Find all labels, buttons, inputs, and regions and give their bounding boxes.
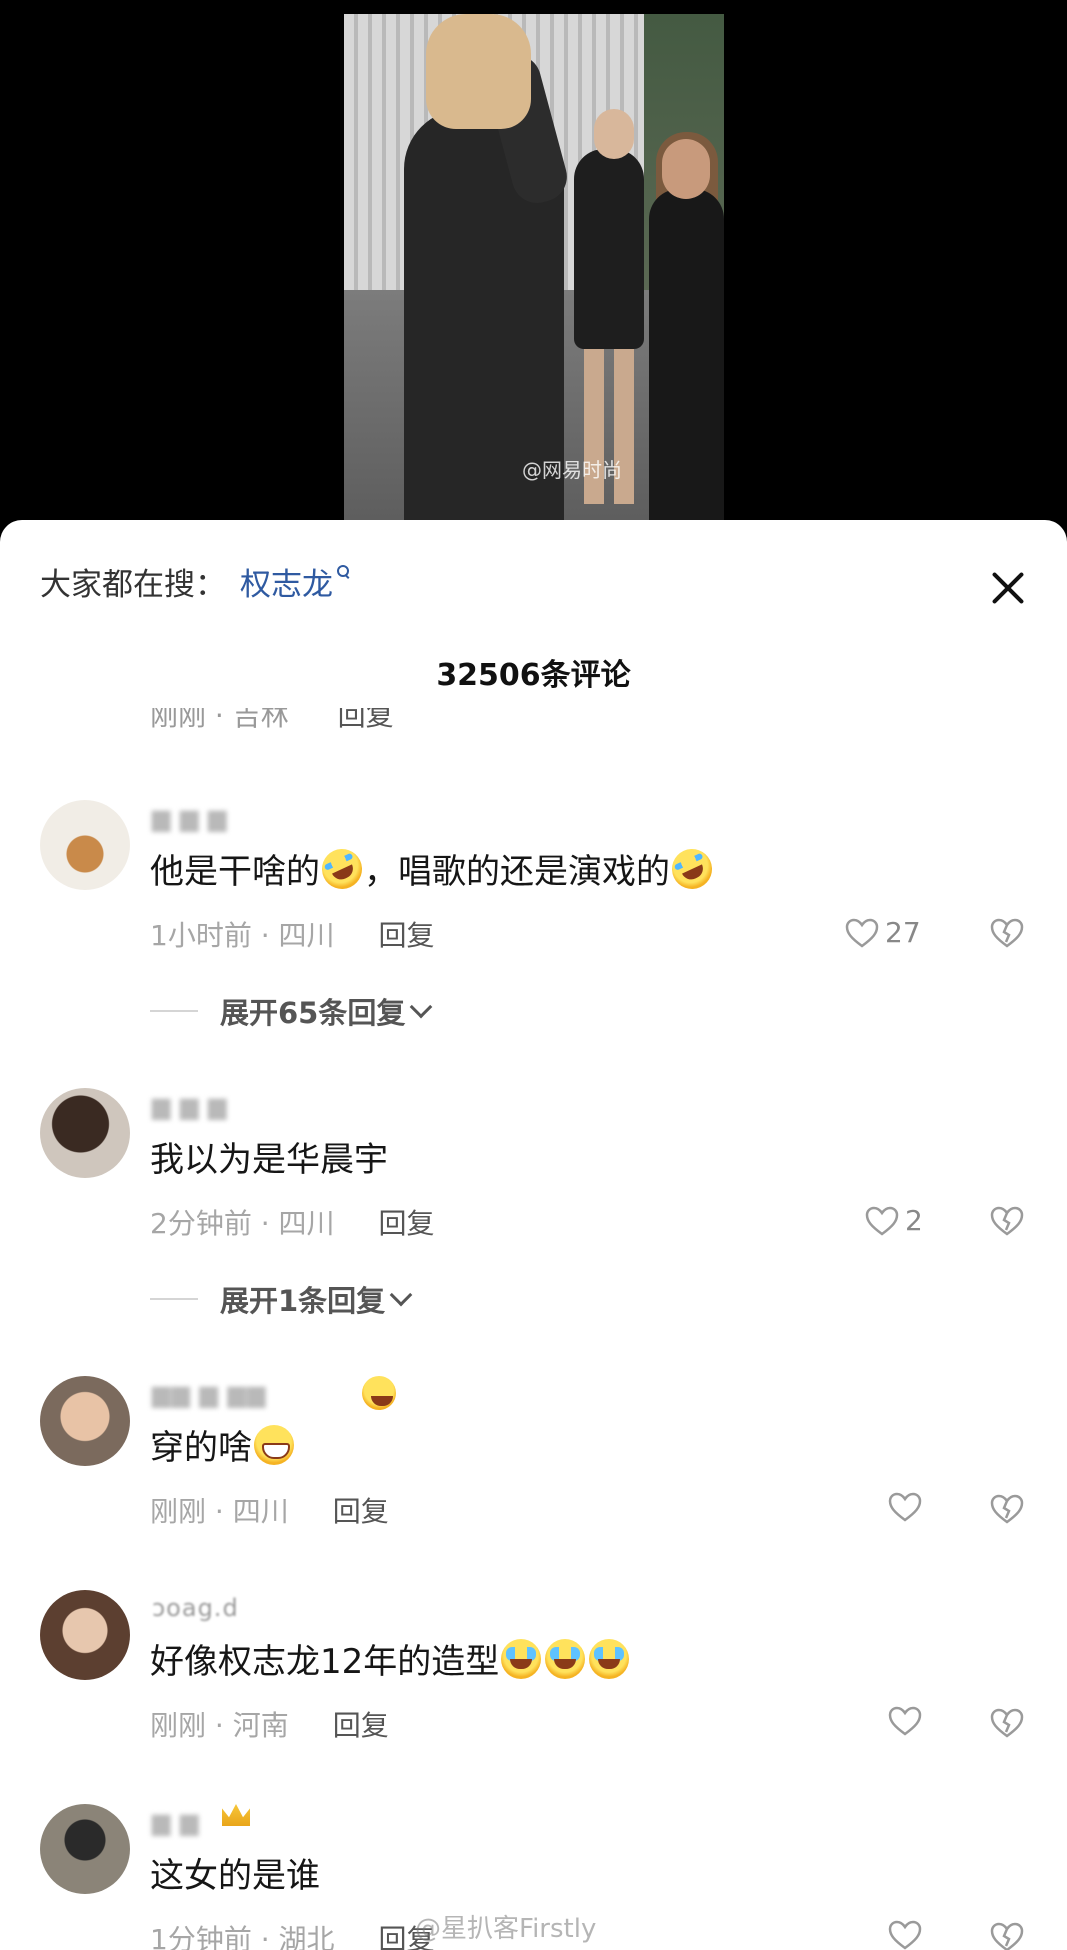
expand-replies-label: 展开1条回复: [220, 1284, 386, 1318]
comment-meta-row: 刚刚 · 四川 回复: [150, 1490, 389, 1530]
like-button[interactable]: 2: [865, 1204, 923, 1237]
app-root: @网易时尚 大家都在搜： 权志龙 32506条评论 刚刚 · 吉林 回复 ▆ ▆…: [0, 0, 1067, 1950]
like-button[interactable]: [888, 1920, 922, 1950]
avatar[interactable]: [40, 1376, 130, 1466]
image-watermark: @星扒客Firstly: [415, 1914, 597, 1944]
video-watermark: @网易时尚: [522, 458, 622, 482]
avatar[interactable]: [40, 800, 130, 890]
comment-text: 我以为是华晨宇: [150, 1140, 388, 1180]
expand-replies-label: 展开65条回复: [220, 996, 406, 1030]
comment-count-title: 32506条评论: [436, 658, 631, 693]
comment-meta-row: 1小时前 · 四川 回复: [150, 914, 435, 954]
comment-username[interactable]: ▆▆ ▆ ▆▆: [152, 1380, 267, 1408]
video-person-woman-right-head: [662, 139, 710, 199]
broken-heart-icon[interactable]: [990, 918, 1024, 948]
crying-emoji-icon: [589, 1639, 630, 1679]
video-person-man-hair: [426, 14, 531, 129]
comment-time-location: 刚刚 · 河南: [150, 1709, 289, 1742]
heart-outline-icon: [888, 1492, 922, 1522]
broken-heart-icon[interactable]: [990, 1922, 1024, 1950]
avatar[interactable]: [40, 1590, 130, 1680]
crown-icon: [222, 1804, 250, 1826]
like-button[interactable]: [888, 1492, 922, 1522]
heart-outline-icon: [865, 1206, 899, 1236]
comment-time-location: 2分钟前 · 四川: [150, 1207, 335, 1240]
comment-time-location: 1小时前 · 四川: [150, 919, 335, 952]
broken-heart-icon[interactable]: [990, 1708, 1024, 1738]
video-player[interactable]: @网易时尚: [0, 0, 1067, 520]
comment-time-location: 刚刚 · 四川: [150, 1495, 289, 1528]
comment-username[interactable]: ɔoag.d: [152, 1594, 239, 1622]
expand-replies-button[interactable]: 展开1条回复: [150, 1278, 413, 1320]
comment-username[interactable]: ▆ ▆ ▆: [152, 1092, 228, 1120]
partial-comment-meta: 刚刚 · 吉林: [150, 708, 289, 732]
comment-text: 这女的是谁: [150, 1856, 320, 1896]
like-count: 2: [905, 1204, 923, 1237]
reply-button[interactable]: 回复: [333, 1495, 389, 1528]
video-person-woman-left: [574, 149, 644, 349]
like-button[interactable]: [888, 1706, 922, 1736]
search-icon[interactable]: [337, 565, 351, 579]
avatar[interactable]: [40, 1804, 130, 1894]
comment-username-text: ▆ ▆: [152, 1808, 200, 1836]
comment-text: 好像权志龙12年的造型: [150, 1634, 631, 1683]
trending-search-row: 大家都在搜： 权志龙: [40, 559, 351, 604]
expand-replies-button[interactable]: 展开65条回复: [150, 990, 433, 1032]
comments-sheet: 大家都在搜： 权志龙 32506条评论 刚刚 · 吉林 回复 ▆ ▆ ▆ 他是干…: [0, 520, 1067, 1950]
reply-button[interactable]: 回复: [379, 1207, 435, 1240]
comment-meta-row: 刚刚 · 河南 回复: [150, 1704, 389, 1744]
comment-text: 他是干啥的 ，唱歌的还是演戏的: [150, 842, 719, 896]
partial-comment-meta-row: 刚刚 · 吉林 回复: [150, 708, 1030, 736]
like-button[interactable]: 27: [845, 916, 921, 949]
comment-username[interactable]: ▆ ▆ ▆: [152, 804, 228, 832]
comment-meta-row: 1分钟前 · 湖北 回复: [150, 1918, 435, 1950]
video-frame[interactable]: @网易时尚: [344, 14, 724, 520]
close-icon[interactable]: [990, 570, 1026, 606]
crying-emoji-icon: [545, 1639, 586, 1679]
like-count: 27: [885, 916, 921, 949]
crying-emoji-icon: [501, 1639, 542, 1679]
comment-text-part: 好像权志龙12年的造型: [150, 1642, 500, 1682]
rofl-emoji-icon: [315, 842, 369, 896]
expand-divider: [150, 1298, 198, 1300]
comment-text-part: ，唱歌的还是演戏的: [364, 852, 670, 892]
comment-text: 穿的啥: [150, 1420, 296, 1469]
broken-heart-icon[interactable]: [990, 1494, 1024, 1524]
comment-text-part: 他是干啥的: [150, 852, 320, 892]
reply-button[interactable]: 回复: [333, 1709, 389, 1742]
video-person-woman-left-head: [594, 109, 634, 159]
trending-search-link[interactable]: 权志龙: [240, 559, 333, 604]
smirk-emoji-icon: [362, 1376, 396, 1410]
chevron-down-icon: [410, 995, 433, 1019]
comment-meta-row: 2分钟前 · 四川 回复: [150, 1202, 435, 1242]
heart-outline-icon: [888, 1920, 922, 1950]
grin-sweat-emoji-icon: [254, 1425, 294, 1465]
rofl-emoji-icon: [665, 842, 719, 896]
video-person-woman-right: [649, 189, 724, 520]
heart-outline-icon: [888, 1706, 922, 1736]
reply-button[interactable]: 回复: [379, 919, 435, 952]
avatar[interactable]: [40, 1088, 130, 1178]
comment-time-location: 1分钟前 · 湖北: [150, 1923, 335, 1950]
heart-outline-icon: [845, 918, 879, 948]
partial-reply-button[interactable]: 回复: [338, 708, 394, 732]
expand-divider: [150, 1010, 198, 1012]
trending-search-label: 大家都在搜：: [40, 566, 226, 603]
comment-username[interactable]: ▆ ▆: [152, 1808, 200, 1836]
chevron-down-icon: [389, 1283, 413, 1307]
comment-text-part: 穿的啥: [150, 1428, 252, 1468]
broken-heart-icon[interactable]: [990, 1206, 1024, 1236]
comment-username-text: ▆▆ ▆ ▆▆: [152, 1380, 267, 1408]
